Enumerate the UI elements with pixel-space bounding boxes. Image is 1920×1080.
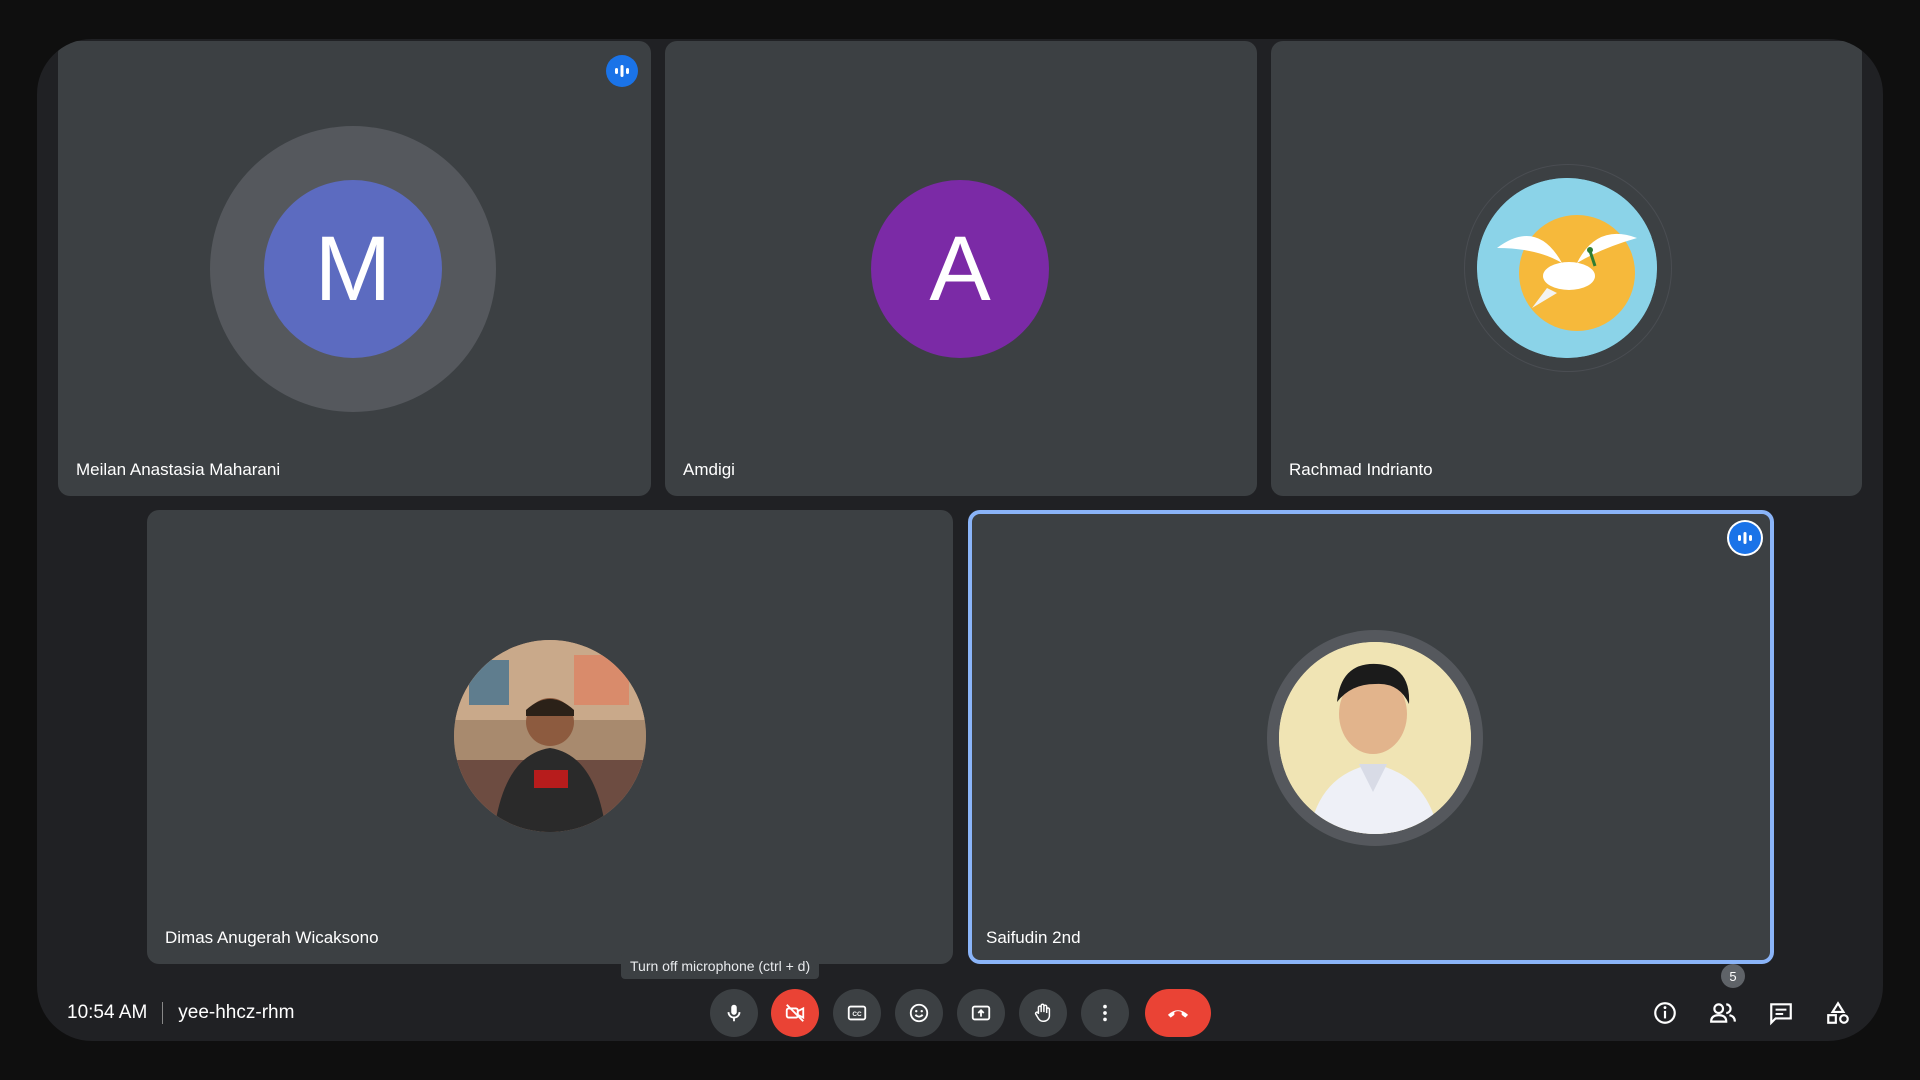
info-icon xyxy=(1654,1002,1676,1024)
participant-tile-rachmad[interactable]: Rachmad Indrianto xyxy=(1271,41,1862,496)
avatar: A xyxy=(871,180,1049,358)
more-vert-icon xyxy=(1103,1004,1107,1022)
microphone-button[interactable] xyxy=(710,989,758,1037)
activities-button[interactable] xyxy=(1818,989,1858,1037)
meeting-code[interactable]: yee-hhcz-rhm xyxy=(178,1002,294,1024)
more-options-button[interactable] xyxy=(1081,989,1129,1037)
present-screen-icon xyxy=(971,1005,991,1021)
participant-name: Rachmad Indrianto xyxy=(1289,460,1433,479)
participant-name: Meilan Anastasia Maharani xyxy=(76,460,281,479)
avatar-dove-image xyxy=(1477,178,1657,358)
microphone-tooltip: Turn off microphone (ctrl + d) xyxy=(621,953,820,979)
microphone-icon xyxy=(727,1004,741,1022)
bottom-control-bar: 10:54 AM yee-hhcz-rhm CC 5 xyxy=(37,964,1883,1041)
speaking-indicator-icon xyxy=(606,55,638,87)
participant-tile-dimas[interactable]: Dimas Anugerah Wicaksono xyxy=(147,510,953,964)
leave-call-button[interactable] xyxy=(1145,989,1211,1037)
people-button[interactable]: 5 xyxy=(1703,964,1745,1037)
hang-up-icon xyxy=(1167,1010,1189,1018)
reactions-button[interactable] xyxy=(895,989,943,1037)
emoji-icon xyxy=(909,1003,929,1023)
avatar-initial: M xyxy=(314,217,392,320)
camera-off-icon xyxy=(785,1004,805,1022)
camera-button[interactable] xyxy=(771,989,819,1037)
participant-name: Dimas Anugerah Wicaksono xyxy=(165,928,379,947)
participant-name: Saifudin 2nd xyxy=(986,928,1081,947)
meeting-info: 10:54 AM yee-hhcz-rhm xyxy=(67,1002,294,1024)
speaking-indicator-icon xyxy=(1729,522,1761,554)
meet-window: M Meilan Anastasia Maharani A Amdigi Rac… xyxy=(37,39,1883,1041)
activities-icon xyxy=(1827,1001,1849,1024)
chat-icon xyxy=(1770,1003,1792,1026)
participant-tile-amdigi[interactable]: A Amdigi xyxy=(665,41,1257,496)
raise-hand-button[interactable] xyxy=(1019,989,1067,1037)
captions-button[interactable]: CC xyxy=(833,989,881,1037)
present-screen-button[interactable] xyxy=(957,989,1005,1037)
svg-text:CC: CC xyxy=(852,1011,862,1018)
people-count-badge: 5 xyxy=(1721,964,1745,988)
closed-captions-icon: CC xyxy=(847,1005,867,1021)
people-icon xyxy=(1710,1003,1736,1023)
chat-button[interactable] xyxy=(1761,989,1801,1037)
clock: 10:54 AM xyxy=(67,1002,148,1023)
avatar-photo xyxy=(1279,642,1471,834)
participant-name: Amdigi xyxy=(683,460,735,479)
avatar: M xyxy=(264,180,442,358)
participant-tile-meilan[interactable]: M Meilan Anastasia Maharani xyxy=(58,41,651,496)
avatar-photo xyxy=(454,640,646,832)
participant-tile-saifudin[interactable]: Saifudin 2nd xyxy=(968,510,1774,964)
divider xyxy=(162,1002,164,1024)
hand-icon xyxy=(1034,1003,1051,1022)
avatar-initial: A xyxy=(929,217,991,320)
meeting-details-button[interactable] xyxy=(1645,989,1685,1037)
